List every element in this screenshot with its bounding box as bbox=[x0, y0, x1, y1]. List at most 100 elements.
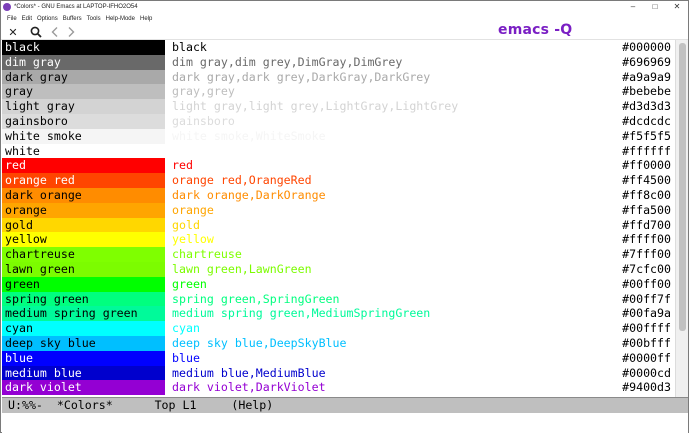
color-hex: #ff4500 bbox=[622, 173, 671, 188]
color-names: gainsboro bbox=[172, 114, 235, 128]
color-hex: #ffffff bbox=[622, 143, 671, 158]
color-swatch[interactable]: light gray bbox=[2, 99, 165, 114]
color-swatch[interactable]: gainsboro bbox=[2, 114, 165, 129]
color-swatch[interactable]: dark orange bbox=[2, 188, 165, 203]
window-controls: – □ ✕ bbox=[622, 1, 688, 13]
color-swatch[interactable]: dark violet bbox=[2, 380, 165, 396]
color-hex: #ffa500 bbox=[622, 202, 671, 217]
mode-line: U:%%- *Colors* Top L1 (Help) bbox=[2, 397, 688, 413]
menu-tools[interactable]: Tools bbox=[87, 16, 101, 22]
emacs-window: *Colors* - GNU Emacs at LAPTOP-IFHO2O54 … bbox=[0, 0, 689, 433]
menu-help[interactable]: Help bbox=[140, 16, 152, 22]
menu-edit[interactable]: Edit bbox=[22, 16, 32, 22]
color-row: dark violet dark violet,DarkViolet #9400d3 bbox=[2, 380, 675, 396]
emacs-q-label: emacs -Q bbox=[498, 22, 573, 38]
color-hex: #9400d3 bbox=[622, 380, 671, 395]
color-names: dark orange,DarkOrange bbox=[172, 188, 326, 202]
back-arrow-icon[interactable] bbox=[47, 25, 63, 39]
color-swatch[interactable]: dim gray bbox=[2, 54, 165, 70]
menu-options[interactable]: Options bbox=[37, 16, 58, 22]
color-hex: #00bfff bbox=[622, 336, 671, 350]
window-title: *Colors* - GNU Emacs at LAPTOP-IFHO2O54 bbox=[14, 4, 138, 10]
color-row: dark orange dark orange,DarkOrange #ff8c00 bbox=[2, 188, 675, 203]
color-names: gray,grey bbox=[172, 84, 235, 99]
minimize-icon[interactable]: – bbox=[622, 1, 644, 13]
color-names: blue bbox=[172, 350, 200, 365]
color-hex: #ff8c00 bbox=[622, 188, 671, 202]
color-hex: #7fff00 bbox=[622, 247, 671, 262]
color-names: red bbox=[172, 158, 193, 173]
color-hex: #f5f5f5 bbox=[622, 128, 671, 143]
menu-file[interactable]: File bbox=[7, 16, 17, 22]
color-swatch[interactable]: red bbox=[2, 158, 165, 174]
color-swatch[interactable]: cyan bbox=[2, 321, 165, 336]
color-names: deep sky blue,DeepSkyBlue bbox=[172, 336, 347, 350]
color-hex: #ffd700 bbox=[622, 217, 671, 232]
color-hex: #7cfc00 bbox=[622, 262, 671, 276]
color-swatch[interactable]: gray bbox=[2, 84, 165, 100]
color-hex: #000000 bbox=[622, 40, 671, 54]
color-row: spring green spring green,SpringGreen #00f… bbox=[2, 291, 675, 307]
forward-arrow-icon[interactable] bbox=[63, 25, 79, 39]
color-swatch[interactable]: spring green bbox=[2, 291, 165, 307]
color-row: chartreuse chartreuse #7fff00 bbox=[2, 247, 675, 262]
color-names: white bbox=[172, 143, 207, 158]
color-row: deep sky blue deep sky blue,DeepSkyBlue #0… bbox=[2, 336, 675, 351]
color-swatch[interactable]: yellow bbox=[2, 232, 165, 248]
color-row: lawn green lawn green,LawnGreen #7cfc00 bbox=[2, 262, 675, 277]
close-icon[interactable]: ✕ bbox=[5, 25, 21, 39]
color-hex: #ff0000 bbox=[622, 158, 671, 173]
color-row: cyan cyan #00ffff bbox=[2, 321, 675, 336]
color-swatch[interactable]: medium spring green bbox=[2, 306, 165, 322]
color-names: gold bbox=[172, 217, 200, 232]
menu-help-mode[interactable]: Help-Mode bbox=[106, 16, 135, 22]
color-swatch[interactable]: green bbox=[2, 276, 165, 292]
color-hex: #0000cd bbox=[622, 365, 671, 380]
colors-buffer[interactable]: black black #000000 dim gray dim gray,dim gr… bbox=[2, 40, 675, 397]
color-hex: #00ff7f bbox=[622, 291, 671, 306]
color-swatch[interactable]: white bbox=[2, 143, 165, 159]
color-row: green green #00ff00 bbox=[2, 276, 675, 292]
color-swatch[interactable]: chartreuse bbox=[2, 247, 165, 262]
color-hex: #bebebe bbox=[622, 84, 671, 99]
color-row: black black #000000 bbox=[2, 40, 675, 55]
color-names: orange red,OrangeRed bbox=[172, 173, 312, 188]
color-swatch[interactable]: gold bbox=[2, 217, 165, 233]
color-swatch[interactable]: lawn green bbox=[2, 262, 165, 277]
color-swatch[interactable]: medium blue bbox=[2, 365, 165, 381]
color-names: dark violet,DarkViolet bbox=[172, 380, 326, 395]
echo-area[interactable] bbox=[2, 413, 688, 433]
color-row: orange red orange red,OrangeRed #ff4500 bbox=[2, 173, 675, 188]
color-row: blue blue #0000ff bbox=[2, 350, 675, 366]
color-hex: #dcdcdc bbox=[622, 114, 671, 128]
title-bar[interactable]: *Colors* - GNU Emacs at LAPTOP-IFHO2O54 … bbox=[1, 1, 688, 13]
color-swatch[interactable]: black bbox=[2, 40, 165, 55]
scrollbar-thumb[interactable] bbox=[679, 43, 686, 331]
menu-bar: File Edit Options Buffers Tools Help-Mod… bbox=[1, 13, 688, 24]
color-row: yellow yellow #ffff00 bbox=[2, 232, 675, 248]
color-hex: #00fa9a bbox=[622, 306, 671, 321]
color-swatch[interactable]: orange red bbox=[2, 173, 165, 188]
color-row: medium spring green medium spring green,M… bbox=[2, 306, 675, 322]
color-row: gainsboro gainsboro #dcdcdc bbox=[2, 114, 675, 129]
color-names: dark gray,dark grey,DarkGray,DarkGrey bbox=[172, 69, 431, 84]
color-row: gold gold #ffd700 bbox=[2, 217, 675, 233]
color-swatch[interactable]: white smoke bbox=[2, 128, 165, 144]
maximize-icon[interactable]: □ bbox=[644, 1, 666, 13]
search-icon[interactable] bbox=[28, 25, 44, 39]
color-names: orange bbox=[172, 202, 214, 217]
menu-buffers[interactable]: Buffers bbox=[63, 16, 82, 22]
close-window-icon[interactable]: ✕ bbox=[666, 1, 688, 13]
color-row: red red #ff0000 bbox=[2, 158, 675, 174]
vertical-scrollbar[interactable] bbox=[675, 40, 688, 397]
color-swatch[interactable]: deep sky blue bbox=[2, 336, 165, 351]
color-swatch[interactable]: blue bbox=[2, 350, 165, 366]
color-row: light gray light gray,light grey,LightGra… bbox=[2, 99, 675, 114]
color-names: dim gray,dim grey,DimGray,DimGrey bbox=[172, 54, 403, 69]
color-names: medium spring green,MediumSpringGreen bbox=[172, 306, 431, 321]
color-swatch[interactable]: dark gray bbox=[2, 69, 165, 85]
color-swatch[interactable]: orange bbox=[2, 202, 165, 218]
color-row: dim gray dim gray,dim grey,DimGray,DimGre… bbox=[2, 54, 675, 70]
tool-bar: ✕ bbox=[1, 24, 688, 40]
color-hex: #696969 bbox=[622, 54, 671, 69]
